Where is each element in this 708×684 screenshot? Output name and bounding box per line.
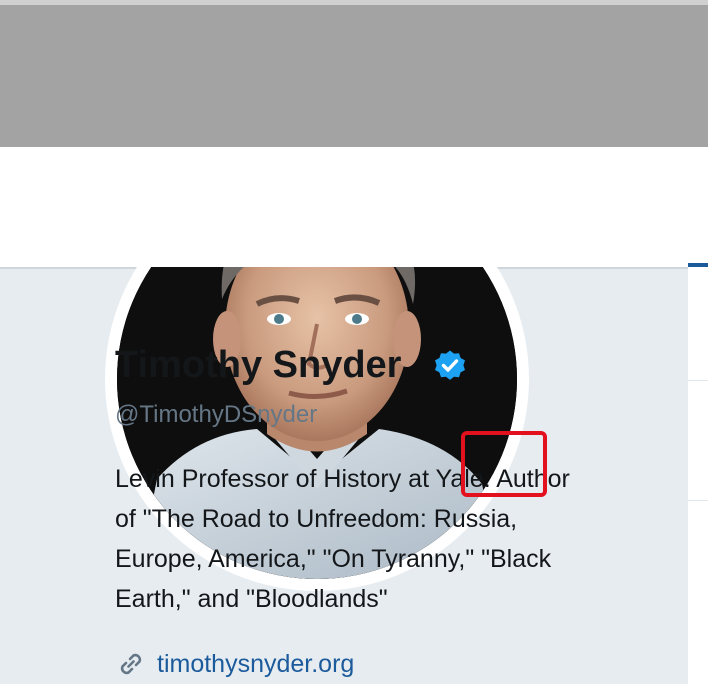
nav-active-indicator <box>688 263 708 267</box>
bio-line: Europe, America," "On Tyranny," "Black <box>115 545 552 573</box>
profile-handle[interactable]: @TimothyDSnyder <box>115 401 317 429</box>
profile-website[interactable]: timothysnyder.org <box>115 644 354 684</box>
bio-line: of "The Road to Unfreedom: Russia, <box>115 505 518 533</box>
website-link[interactable]: timothysnyder.org <box>157 650 354 679</box>
profile-bio: Levin Professor of History at Yale. Auth… <box>115 459 675 619</box>
link-icon <box>120 653 142 675</box>
highlight-annotation-box <box>461 431 547 497</box>
bio-line: Levin Professor of History at Yale. Auth… <box>115 465 570 493</box>
right-side-panel <box>688 269 708 684</box>
verified-badge-icon <box>435 350 465 380</box>
profile-nav-area <box>0 147 708 269</box>
profile-banner <box>0 0 708 147</box>
bio-line: Earth," and "Bloodlands" <box>115 585 388 613</box>
profile-display-name: Timothy Snyder <box>115 344 402 386</box>
